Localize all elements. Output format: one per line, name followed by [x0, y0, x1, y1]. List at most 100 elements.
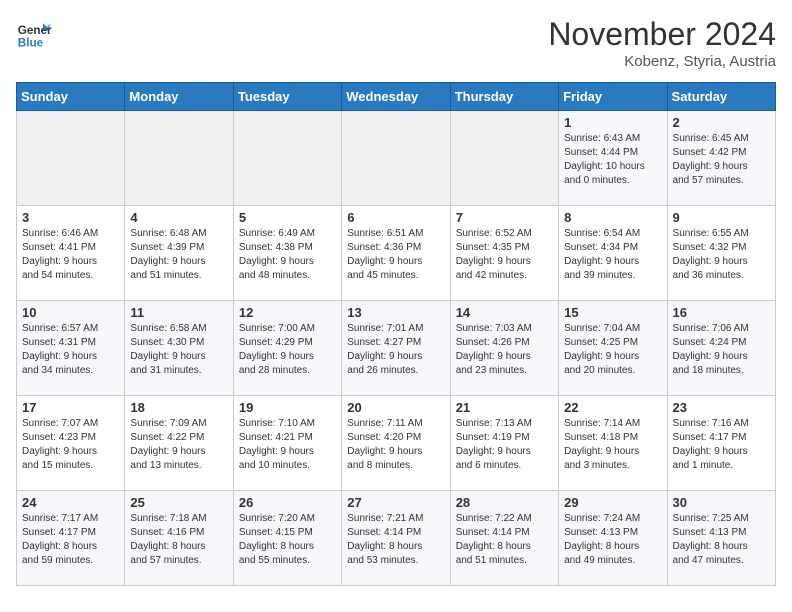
day-info: Sunrise: 6:46 AM Sunset: 4:41 PM Dayligh…	[22, 227, 119, 283]
day-number: 9	[673, 210, 770, 225]
day-info: Sunrise: 6:58 AM Sunset: 4:30 PM Dayligh…	[130, 322, 227, 378]
weekday-header-thursday: Thursday	[450, 83, 558, 111]
calendar-week-5: 24 Sunrise: 7:17 AM Sunset: 4:17 PM Dayli…	[17, 491, 776, 586]
logo: General Blue	[16, 16, 52, 52]
calendar-cell: 12 Sunrise: 7:00 AM Sunset: 4:29 PM Dayli…	[233, 301, 341, 396]
calendar-cell: 3 Sunrise: 6:46 AM Sunset: 4:41 PM Daylig…	[17, 206, 125, 301]
calendar-cell	[342, 111, 450, 206]
day-info: Sunrise: 7:21 AM Sunset: 4:14 PM Dayligh…	[347, 512, 444, 568]
location-subtitle: Kobenz, Styria, Austria	[548, 53, 776, 70]
day-info: Sunrise: 7:07 AM Sunset: 4:23 PM Dayligh…	[22, 417, 119, 473]
calendar-cell: 2 Sunrise: 6:45 AM Sunset: 4:42 PM Daylig…	[667, 111, 775, 206]
calendar-cell: 9 Sunrise: 6:55 AM Sunset: 4:32 PM Daylig…	[667, 206, 775, 301]
day-info: Sunrise: 7:18 AM Sunset: 4:16 PM Dayligh…	[130, 512, 227, 568]
calendar-cell: 5 Sunrise: 6:49 AM Sunset: 4:38 PM Daylig…	[233, 206, 341, 301]
day-number: 3	[22, 210, 119, 225]
calendar-cell: 29 Sunrise: 7:24 AM Sunset: 4:13 PM Dayli…	[559, 491, 667, 586]
header: General Blue November 2024 Kobenz, Styri…	[16, 16, 776, 70]
weekday-header-saturday: Saturday	[667, 83, 775, 111]
day-info: Sunrise: 7:14 AM Sunset: 4:18 PM Dayligh…	[564, 417, 661, 473]
day-number: 13	[347, 305, 444, 320]
day-number: 29	[564, 495, 661, 510]
day-number: 23	[673, 400, 770, 415]
calendar-cell: 20Sunrise: 7:11 AM Sunset: 4:20 PM Dayli…	[342, 396, 450, 491]
day-number: 19	[239, 400, 336, 415]
month-title: November 2024	[548, 16, 776, 53]
day-info: Sunrise: 6:54 AM Sunset: 4:34 PM Dayligh…	[564, 227, 661, 283]
day-number: 2	[673, 115, 770, 130]
calendar-cell: 27 Sunrise: 7:21 AM Sunset: 4:14 PM Dayli…	[342, 491, 450, 586]
day-info: Sunrise: 7:01 AM Sunset: 4:27 PM Dayligh…	[347, 322, 444, 378]
calendar-cell: 4 Sunrise: 6:48 AM Sunset: 4:39 PM Daylig…	[125, 206, 233, 301]
calendar-cell: 16 Sunrise: 7:06 AM Sunset: 4:24 PM Dayli…	[667, 301, 775, 396]
day-number: 28	[456, 495, 553, 510]
day-info: Sunrise: 6:55 AM Sunset: 4:32 PM Dayligh…	[673, 227, 770, 283]
day-info: Sunrise: 7:09 AM Sunset: 4:22 PM Dayligh…	[130, 417, 227, 473]
calendar-cell: 19 Sunrise: 7:10 AM Sunset: 4:21 PM Dayli…	[233, 396, 341, 491]
day-info: Sunrise: 7:13 AM Sunset: 4:19 PM Dayligh…	[456, 417, 553, 473]
calendar-cell: 7 Sunrise: 6:52 AM Sunset: 4:35 PM Daylig…	[450, 206, 558, 301]
day-info: Sunrise: 6:45 AM Sunset: 4:42 PM Dayligh…	[673, 132, 770, 188]
day-info: Sunrise: 6:48 AM Sunset: 4:39 PM Dayligh…	[130, 227, 227, 283]
day-number: 26	[239, 495, 336, 510]
day-info: Sunrise: 6:43 AM Sunset: 4:44 PM Dayligh…	[564, 132, 661, 188]
calendar-cell: 13 Sunrise: 7:01 AM Sunset: 4:27 PM Dayli…	[342, 301, 450, 396]
day-info: Sunrise: 7:00 AM Sunset: 4:29 PM Dayligh…	[239, 322, 336, 378]
calendar-cell: 21 Sunrise: 7:13 AM Sunset: 4:19 PM Dayli…	[450, 396, 558, 491]
weekday-header-tuesday: Tuesday	[233, 83, 341, 111]
day-number: 27	[347, 495, 444, 510]
day-info: Sunrise: 7:10 AM Sunset: 4:21 PM Dayligh…	[239, 417, 336, 473]
calendar-week-1: 1 Sunrise: 6:43 AM Sunset: 4:44 PM Daylig…	[17, 111, 776, 206]
logo-icon: General Blue	[16, 16, 52, 52]
day-info: Sunrise: 7:24 AM Sunset: 4:13 PM Dayligh…	[564, 512, 661, 568]
calendar-header: SundayMondayTuesdayWednesdayThursdayFrid…	[17, 83, 776, 111]
day-info: Sunrise: 6:52 AM Sunset: 4:35 PM Dayligh…	[456, 227, 553, 283]
day-info: Sunrise: 6:49 AM Sunset: 4:38 PM Dayligh…	[239, 227, 336, 283]
day-number: 16	[673, 305, 770, 320]
day-number: 18	[130, 400, 227, 415]
day-number: 4	[130, 210, 227, 225]
day-number: 14	[456, 305, 553, 320]
day-number: 1	[564, 115, 661, 130]
day-number: 6	[347, 210, 444, 225]
calendar-cell: 22Sunrise: 7:14 AM Sunset: 4:18 PM Dayli…	[559, 396, 667, 491]
day-info: Sunrise: 6:51 AM Sunset: 4:36 PM Dayligh…	[347, 227, 444, 283]
day-info: Sunrise: 7:17 AM Sunset: 4:17 PM Dayligh…	[22, 512, 119, 568]
day-info: Sunrise: 6:57 AM Sunset: 4:31 PM Dayligh…	[22, 322, 119, 378]
day-info: Sunrise: 7:03 AM Sunset: 4:26 PM Dayligh…	[456, 322, 553, 378]
day-number: 5	[239, 210, 336, 225]
calendar-cell: 30Sunrise: 7:25 AM Sunset: 4:13 PM Dayli…	[667, 491, 775, 586]
calendar-cell: 23 Sunrise: 7:16 AM Sunset: 4:17 PM Dayli…	[667, 396, 775, 491]
day-info: Sunrise: 7:20 AM Sunset: 4:15 PM Dayligh…	[239, 512, 336, 568]
day-info: Sunrise: 7:06 AM Sunset: 4:24 PM Dayligh…	[673, 322, 770, 378]
day-number: 25	[130, 495, 227, 510]
calendar-cell: 10Sunrise: 6:57 AM Sunset: 4:31 PM Dayli…	[17, 301, 125, 396]
title-area: November 2024 Kobenz, Styria, Austria	[548, 16, 776, 70]
calendar-cell: 26 Sunrise: 7:20 AM Sunset: 4:15 PM Dayli…	[233, 491, 341, 586]
day-number: 7	[456, 210, 553, 225]
weekday-header-wednesday: Wednesday	[342, 83, 450, 111]
day-info: Sunrise: 7:11 AM Sunset: 4:20 PM Dayligh…	[347, 417, 444, 473]
calendar-week-2: 3 Sunrise: 6:46 AM Sunset: 4:41 PM Daylig…	[17, 206, 776, 301]
weekday-header-friday: Friday	[559, 83, 667, 111]
calendar-cell: 6 Sunrise: 6:51 AM Sunset: 4:36 PM Daylig…	[342, 206, 450, 301]
day-number: 12	[239, 305, 336, 320]
day-info: Sunrise: 7:16 AM Sunset: 4:17 PM Dayligh…	[673, 417, 770, 473]
calendar-cell: 18 Sunrise: 7:09 AM Sunset: 4:22 PM Dayli…	[125, 396, 233, 491]
calendar-cell: 15 Sunrise: 7:04 AM Sunset: 4:25 PM Dayli…	[559, 301, 667, 396]
calendar-cell: 14 Sunrise: 7:03 AM Sunset: 4:26 PM Dayli…	[450, 301, 558, 396]
calendar-cell	[233, 111, 341, 206]
calendar-cell: 17Sunrise: 7:07 AM Sunset: 4:23 PM Dayli…	[17, 396, 125, 491]
calendar-table: SundayMondayTuesdayWednesdayThursdayFrid…	[16, 82, 776, 586]
day-number: 21	[456, 400, 553, 415]
day-info: Sunrise: 7:04 AM Sunset: 4:25 PM Dayligh…	[564, 322, 661, 378]
calendar-cell	[125, 111, 233, 206]
calendar-cell: 28Sunrise: 7:22 AM Sunset: 4:14 PM Dayli…	[450, 491, 558, 586]
calendar-cell: 25 Sunrise: 7:18 AM Sunset: 4:16 PM Dayli…	[125, 491, 233, 586]
day-number: 24	[22, 495, 119, 510]
calendar-cell: 8Sunrise: 6:54 AM Sunset: 4:34 PM Daylig…	[559, 206, 667, 301]
calendar-cell	[17, 111, 125, 206]
day-number: 11	[130, 305, 227, 320]
calendar-cell	[450, 111, 558, 206]
day-number: 15	[564, 305, 661, 320]
